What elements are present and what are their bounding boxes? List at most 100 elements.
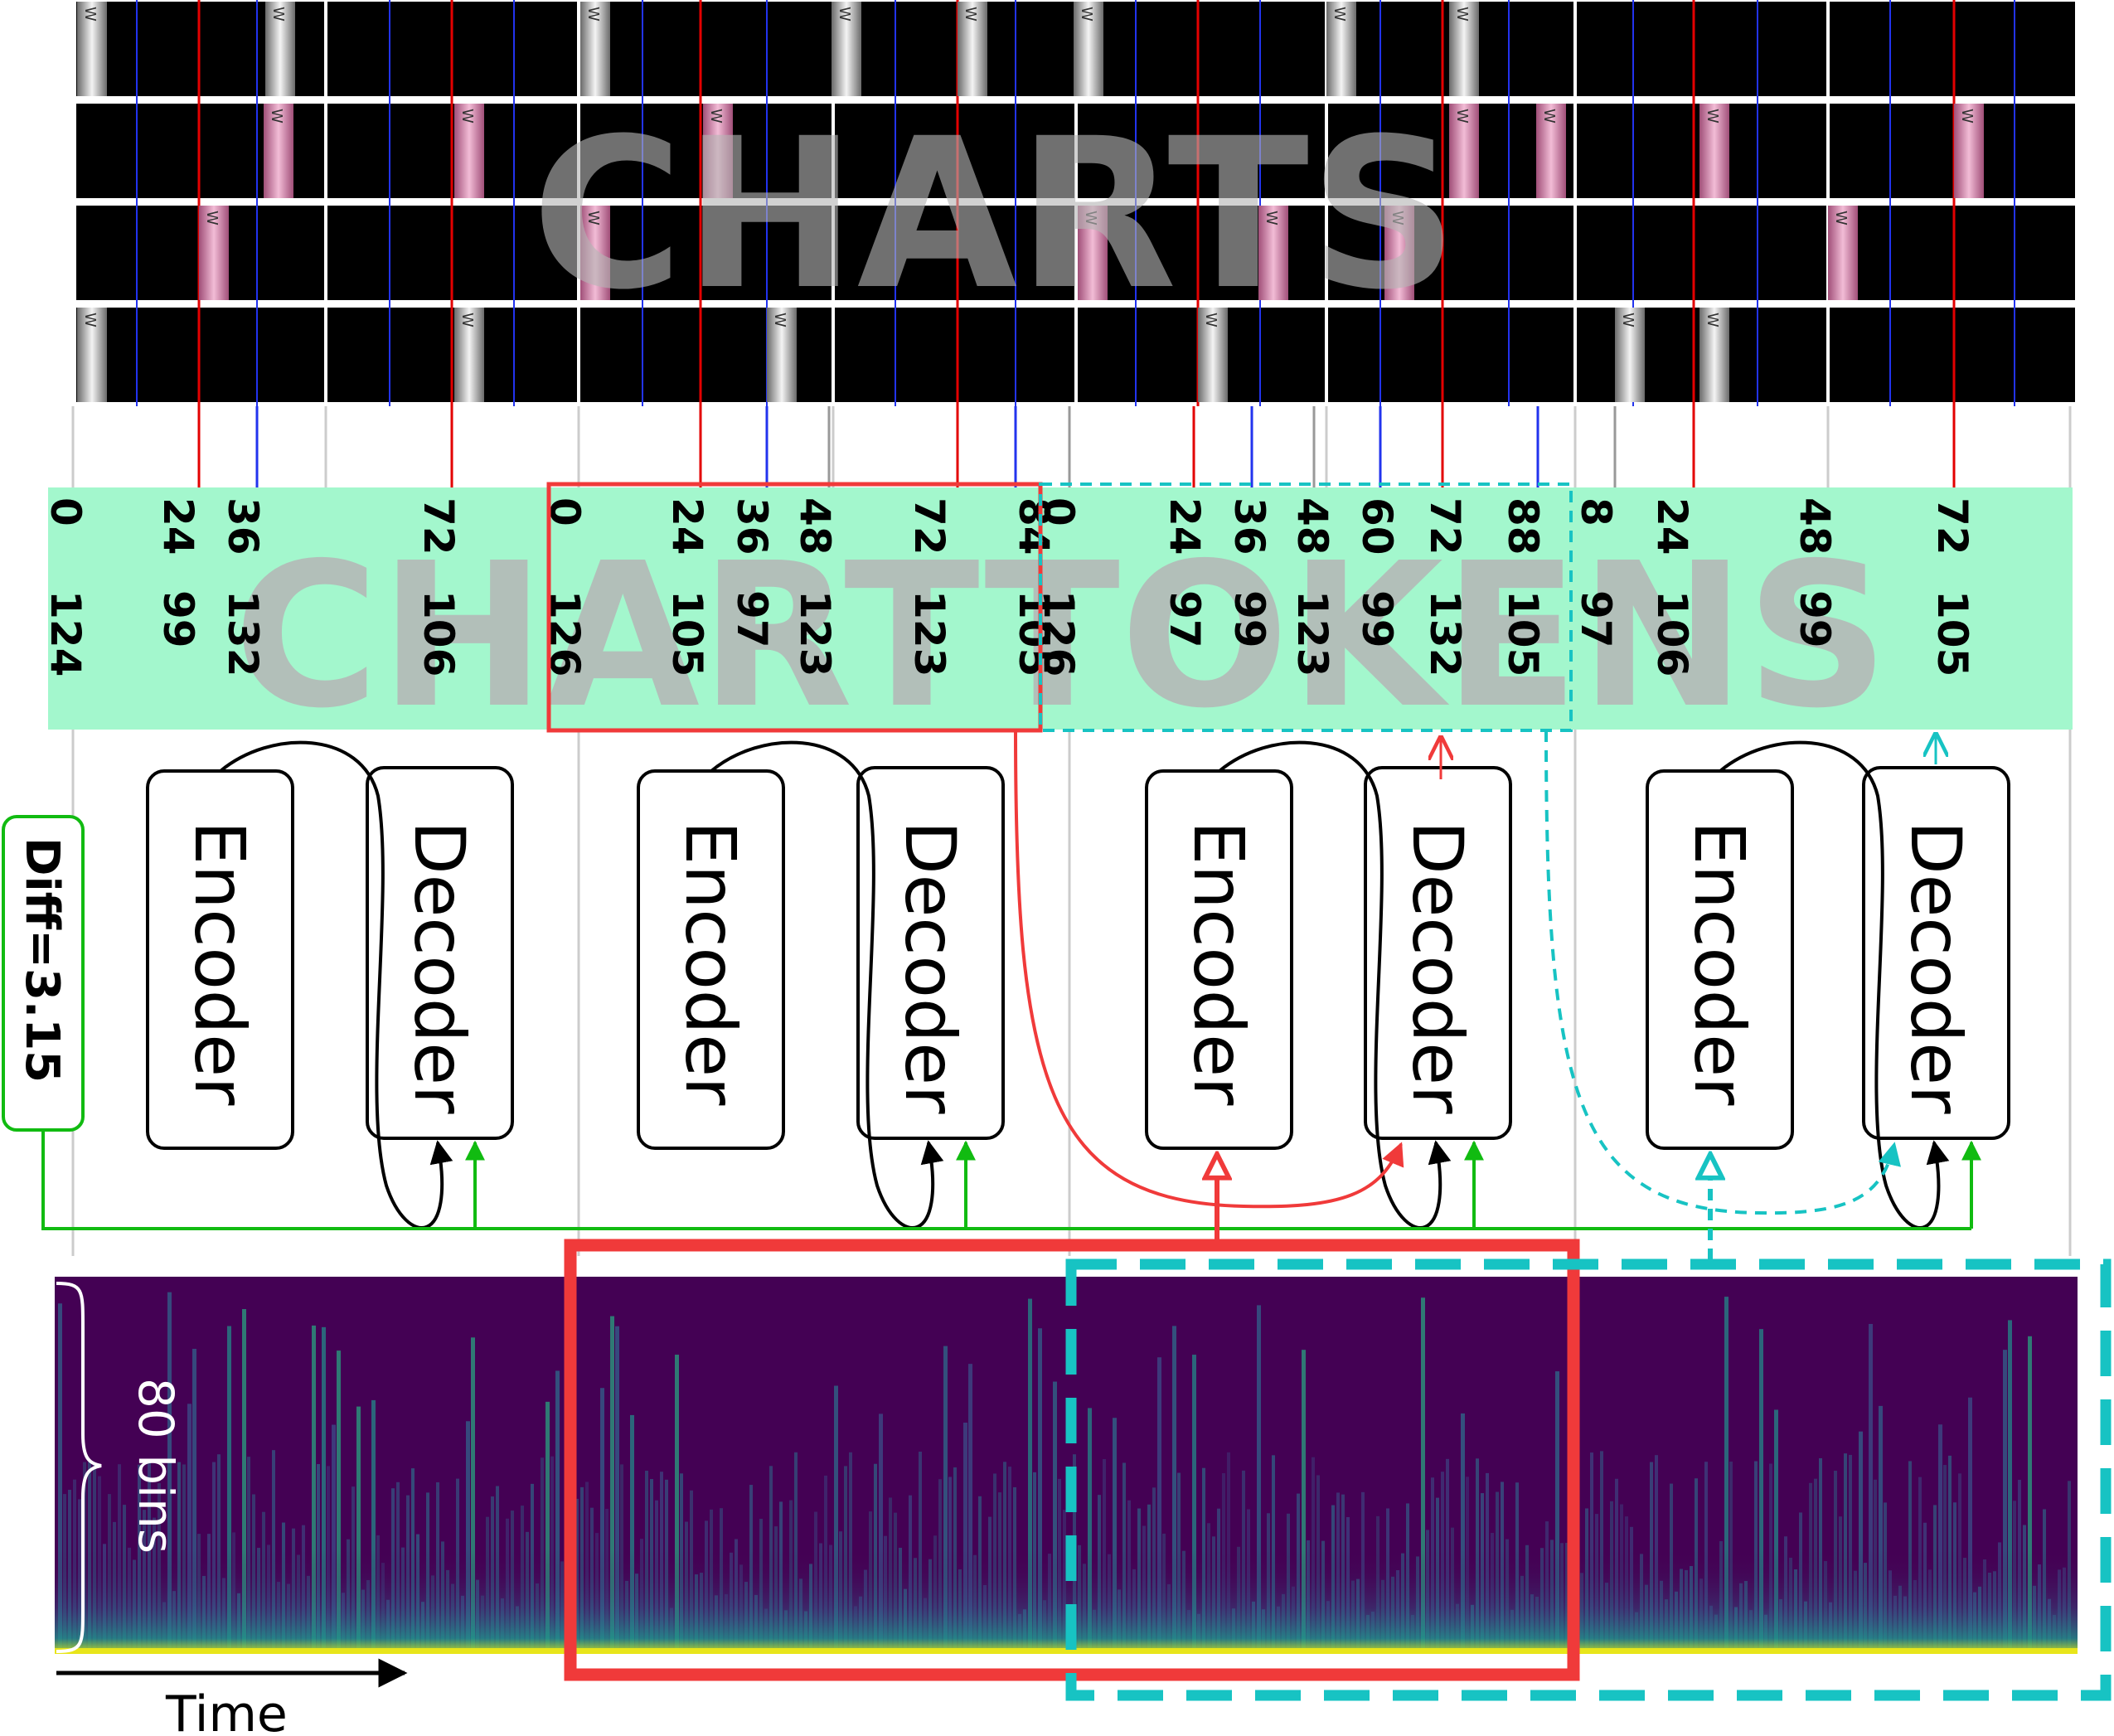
lane-cell: [1830, 206, 2075, 300]
encoder-block: Encoder: [637, 769, 785, 1150]
model-stage-1: Encoder Decoder: [146, 740, 514, 1229]
note-glyph: W: [1453, 7, 1471, 22]
white-note: W: [1615, 308, 1645, 402]
rhythm-chart: W W W W W W W WW W W W W W WW W W W W WW W W W W W CHARTS: [75, 0, 2077, 406]
note-glyph: W: [1832, 211, 1850, 225]
decoder-block: Decoder: [366, 766, 514, 1140]
white-note: W: [1699, 308, 1729, 402]
token-time: 36: [728, 497, 776, 555]
note-glyph: W: [962, 7, 979, 22]
encoder-block: Encoder: [146, 769, 294, 1150]
token-value: 105: [1928, 590, 1976, 676]
note-glyph: W: [81, 7, 99, 22]
encoder-block: Encoder: [1646, 769, 1794, 1150]
note-glyph: W: [1078, 7, 1095, 22]
white-note: W: [832, 2, 861, 96]
token-value: 106: [415, 590, 463, 676]
decoder-label: Decoder: [1397, 821, 1478, 1114]
token-value: 106: [1648, 590, 1696, 676]
note-glyph: W: [81, 313, 99, 327]
note-glyph: W: [836, 7, 853, 22]
lane-cell: [1078, 2, 1325, 96]
decoder-label: Decoder: [1895, 821, 1976, 1114]
token-time: 24: [663, 497, 711, 555]
token-time: 36: [219, 497, 267, 555]
token-time: 24: [154, 497, 202, 555]
note-glyph: W: [203, 211, 221, 225]
white-note: W: [77, 308, 107, 402]
note-glyph: W: [1331, 7, 1348, 22]
encoder-label: Encoder: [1178, 821, 1259, 1106]
token-value: 99: [1791, 590, 1839, 648]
token-time: 72: [905, 497, 953, 555]
token-value: 123: [1288, 590, 1336, 676]
white-note: W: [1326, 2, 1356, 96]
note-glyph: W: [1704, 313, 1721, 327]
lane-cell: [1830, 308, 2075, 402]
token-value: 97: [1572, 590, 1620, 648]
token-value: 132: [219, 590, 267, 676]
token-value: 132: [1421, 590, 1469, 676]
token-time: 88: [1499, 497, 1547, 555]
token-time: 36: [1225, 497, 1273, 555]
token-time: 72: [1421, 497, 1469, 555]
lane-cell: [1577, 206, 1826, 300]
note-glyph: W: [458, 109, 476, 124]
white-note: W: [580, 2, 610, 96]
difficulty-label: Diff=3.15: [15, 837, 69, 1083]
token-time: 24: [1161, 497, 1209, 555]
lane-cell: [1577, 2, 1826, 96]
token-band: CHARTTOKENS 0124249936132721060126241053…: [41, 482, 2073, 752]
token-value: 99: [154, 590, 202, 648]
white-note: W: [77, 2, 107, 96]
decoder-label: Decoder: [890, 821, 971, 1114]
white-note: W: [958, 2, 987, 96]
white-note: W: [1449, 2, 1479, 96]
pink-note: W: [1954, 104, 1984, 198]
token-value: 123: [791, 590, 839, 676]
model-stage-2: Encoder Decoder: [637, 740, 1005, 1229]
white-note: W: [454, 308, 484, 402]
encoder-label: Encoder: [179, 821, 260, 1106]
token-value: 99: [1353, 590, 1401, 648]
token-value: 124: [41, 590, 90, 676]
lane-cell: [1830, 104, 2075, 198]
pink-note: W: [199, 206, 229, 300]
pink-note: W: [264, 104, 293, 198]
token-time: 0: [41, 497, 90, 526]
encoder-decoder-blocks: Encoder Decoder Encoder Decoder Encoder Decod…: [146, 740, 2010, 1229]
encoder-block: Encoder: [1145, 769, 1293, 1150]
encoder-label: Encoder: [670, 821, 751, 1106]
white-note: W: [265, 2, 295, 96]
note-glyph: W: [269, 7, 287, 22]
token-value: 105: [1499, 590, 1547, 676]
token-value: 105: [663, 590, 711, 676]
token-value: 97: [1161, 590, 1209, 648]
token-time: 48: [791, 497, 839, 555]
pink-note: W: [1828, 206, 1858, 300]
note-glyph: W: [1958, 109, 1976, 124]
token-time: 72: [1928, 497, 1976, 555]
pink-note: W: [1699, 104, 1729, 198]
token-time: 72: [415, 497, 463, 555]
lane-cell: [835, 2, 1074, 96]
charts-watermark: CHARTS: [531, 94, 1458, 335]
note-glyph: W: [1704, 109, 1721, 124]
token-time: 48: [1288, 497, 1336, 555]
model-stage-3: Encoder Decoder: [1145, 740, 1512, 1229]
bins-label: 80 bins: [128, 1378, 184, 1554]
note-glyph: W: [1619, 313, 1636, 327]
decoder-block: Decoder: [1364, 766, 1512, 1140]
model-stage-4: Encoder Decoder: [1646, 740, 2010, 1229]
architecture-diagram: W W W W W W W WW W W W W W WW W W W W WW W W W W W CHARTS CHART…: [2, 0, 2112, 1736]
decoder-block: Decoder: [856, 766, 1005, 1140]
lane-cell: [580, 2, 832, 96]
white-note: W: [1074, 2, 1103, 96]
token-time: 48: [1791, 497, 1839, 555]
difficulty-box: Diff=3.15: [2, 815, 85, 1132]
token-time: 24: [1648, 497, 1696, 555]
token-time: 8: [1572, 497, 1620, 526]
beat-connectors: [197, 406, 1956, 487]
decoder-block: Decoder: [1862, 766, 2010, 1140]
time-label: Time: [165, 1685, 288, 1736]
